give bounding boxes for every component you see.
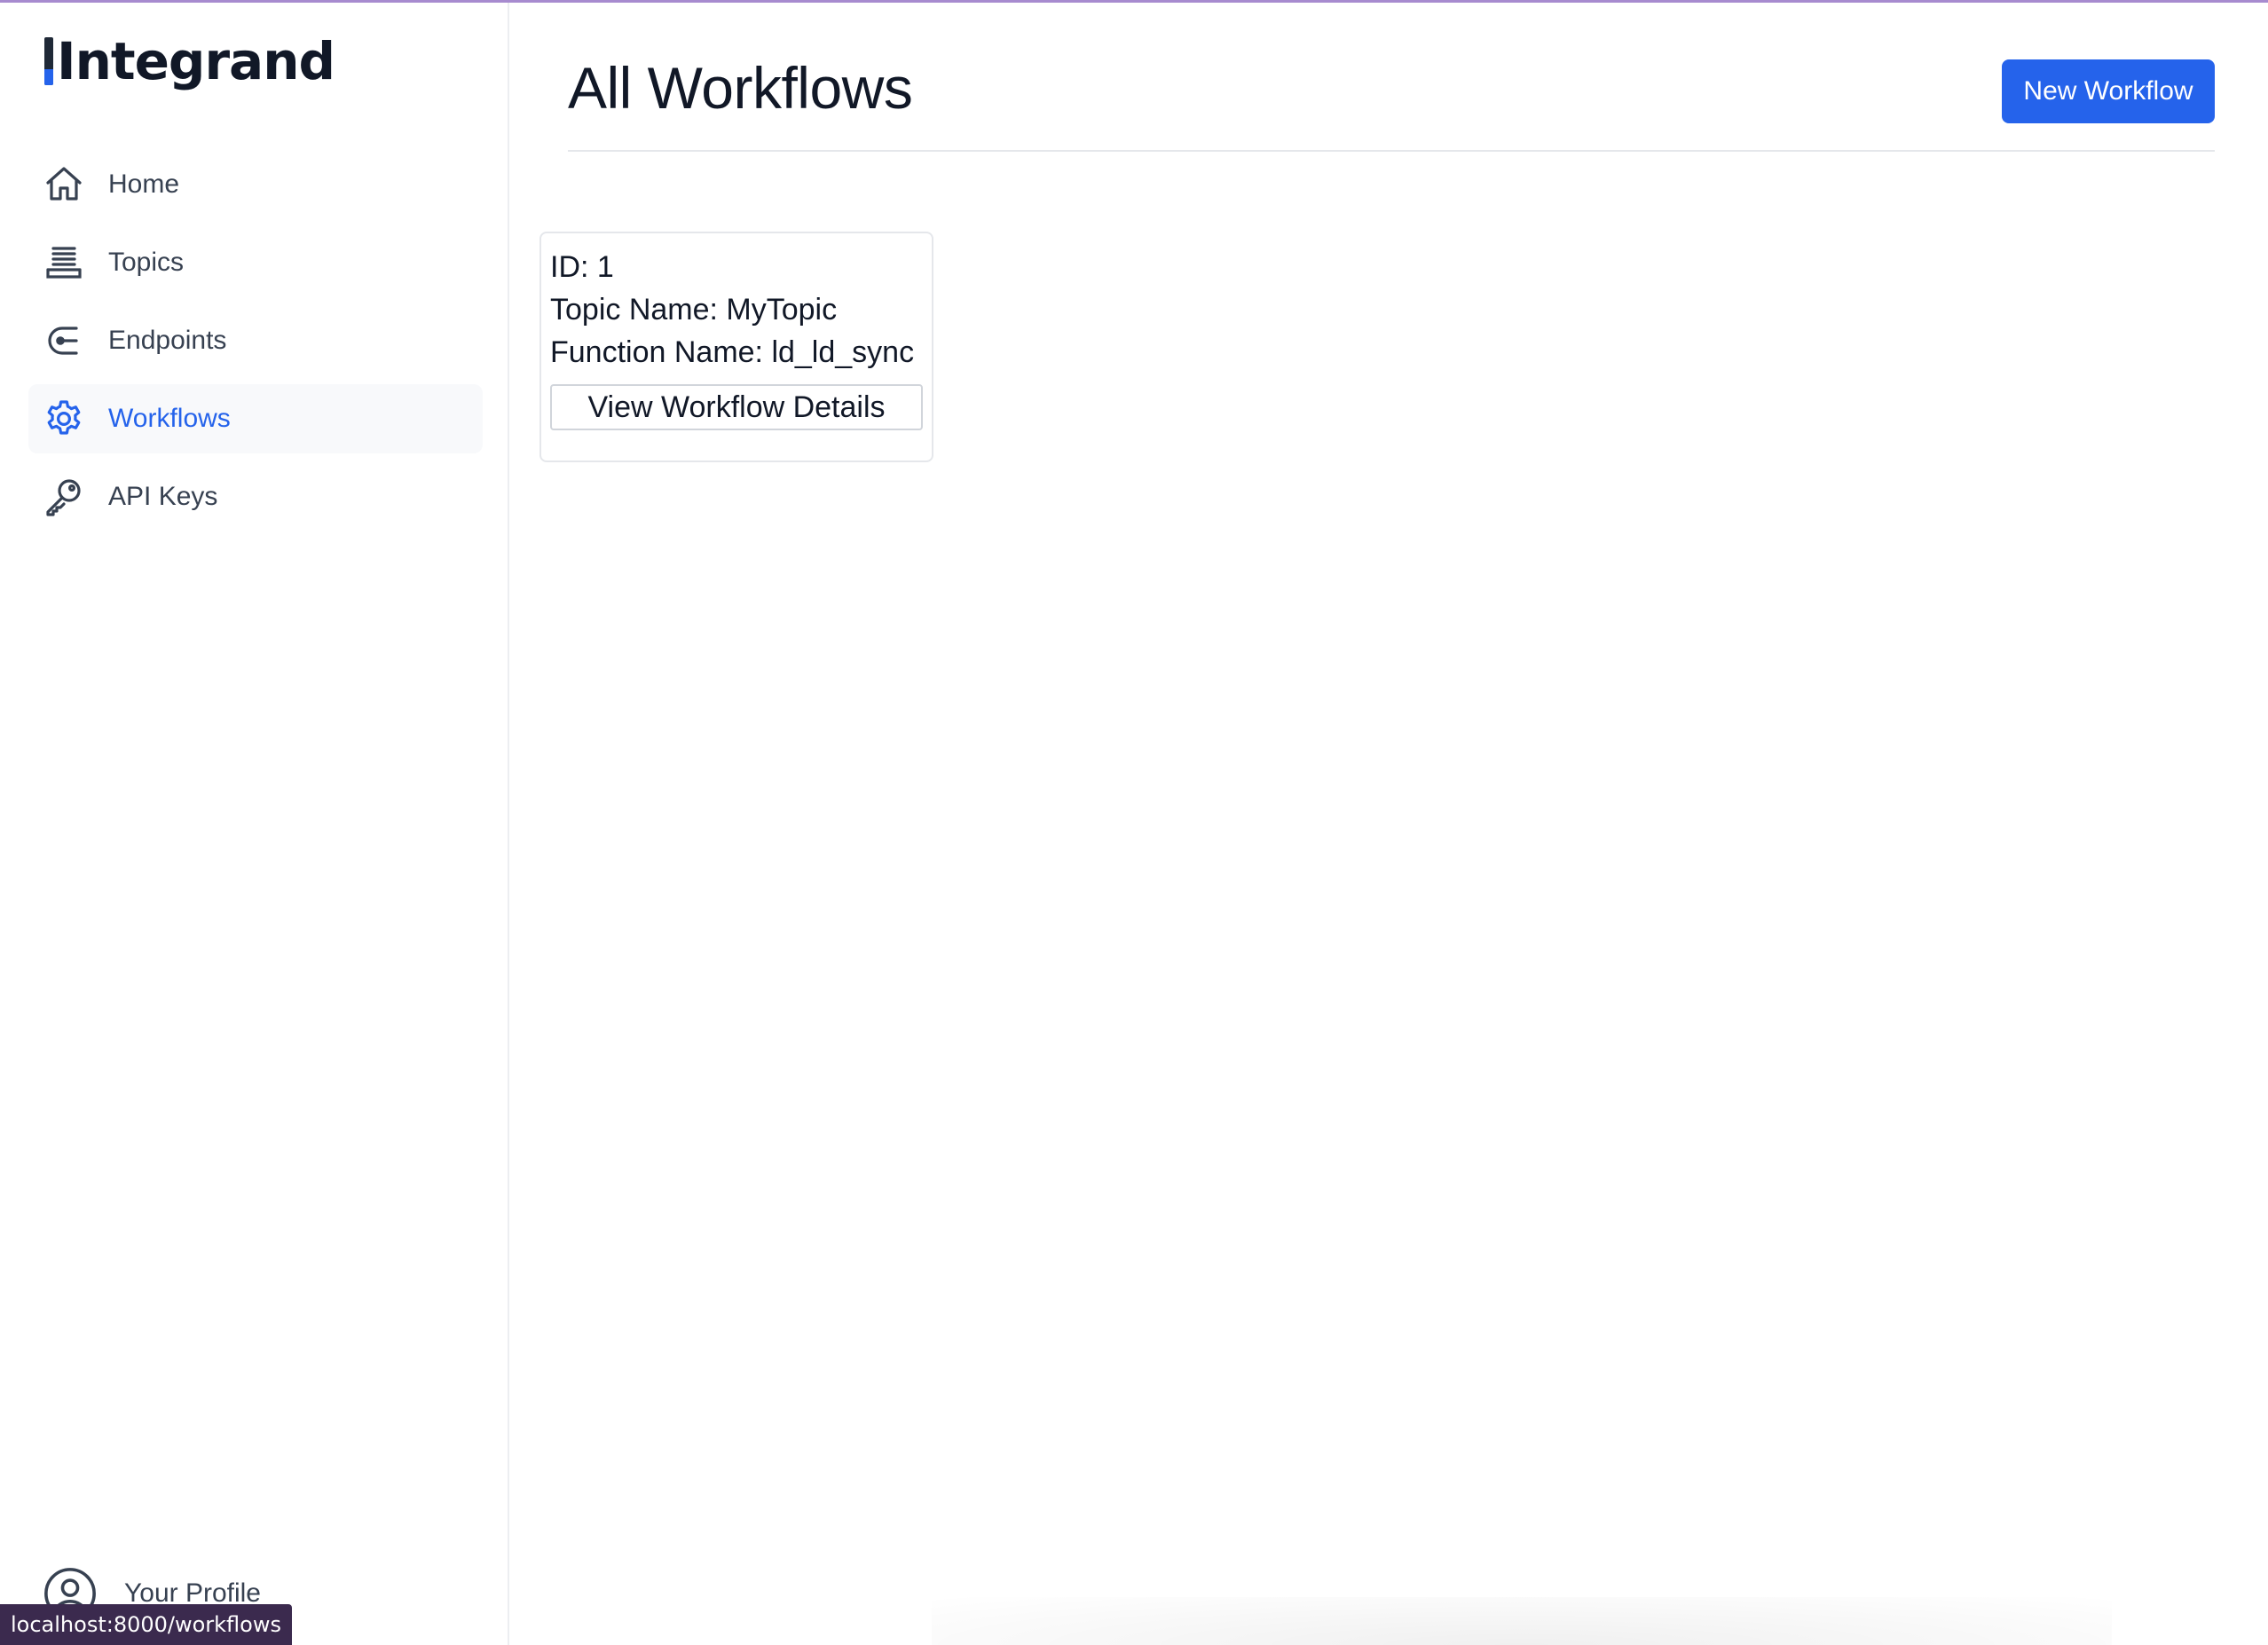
workflow-function-name: Function Name: ld_ld_sync [550,335,915,369]
workflow-topic-name: Topic Name: MyTopic [550,293,838,327]
gear-icon [43,397,85,440]
logo-mark-icon [44,37,53,85]
sidebar-item-home[interactable]: Home [28,150,483,219]
sidebar-item-endpoints[interactable]: Endpoints [28,306,483,375]
workflow-card: ID: 1 Topic Name: MyTopic Function Name:… [539,232,933,462]
logo[interactable]: Integrand [44,26,335,97]
workflow-id: ID: 1 [550,250,614,284]
bottom-shadow [932,1597,2112,1645]
sidebar-item-topics[interactable]: Topics [28,228,483,297]
sidebar-nav: Home Topics Endpoints Workflows API Keys [28,150,483,540]
view-workflow-details-button[interactable]: View Workflow Details [550,384,923,430]
sidebar: Integrand Home Topics Endpoints Workflow… [0,3,509,1645]
main-content: All Workflows New Workflow ID: 1 Topic N… [511,3,2268,1645]
sidebar-item-api-keys[interactable]: API Keys [28,462,483,531]
logo-text: Integrand [57,31,335,91]
sidebar-item-label: Workflows [108,404,231,433]
page-title: All Workflows [568,55,913,121]
stack-icon [43,241,85,284]
sidebar-item-label: API Keys [108,482,218,511]
sidebar-item-label: Home [108,169,180,199]
endpoint-icon [43,319,85,362]
sidebar-item-label: Topics [108,248,185,277]
status-bar-url: localhost:8000/workflows [0,1604,292,1645]
home-icon [43,163,85,206]
key-icon [43,476,85,518]
sidebar-item-workflows[interactable]: Workflows [28,384,483,453]
new-workflow-button[interactable]: New Workflow [2002,59,2215,123]
page-header: All Workflows New Workflow [568,35,2215,152]
sidebar-item-label: Endpoints [108,326,227,355]
